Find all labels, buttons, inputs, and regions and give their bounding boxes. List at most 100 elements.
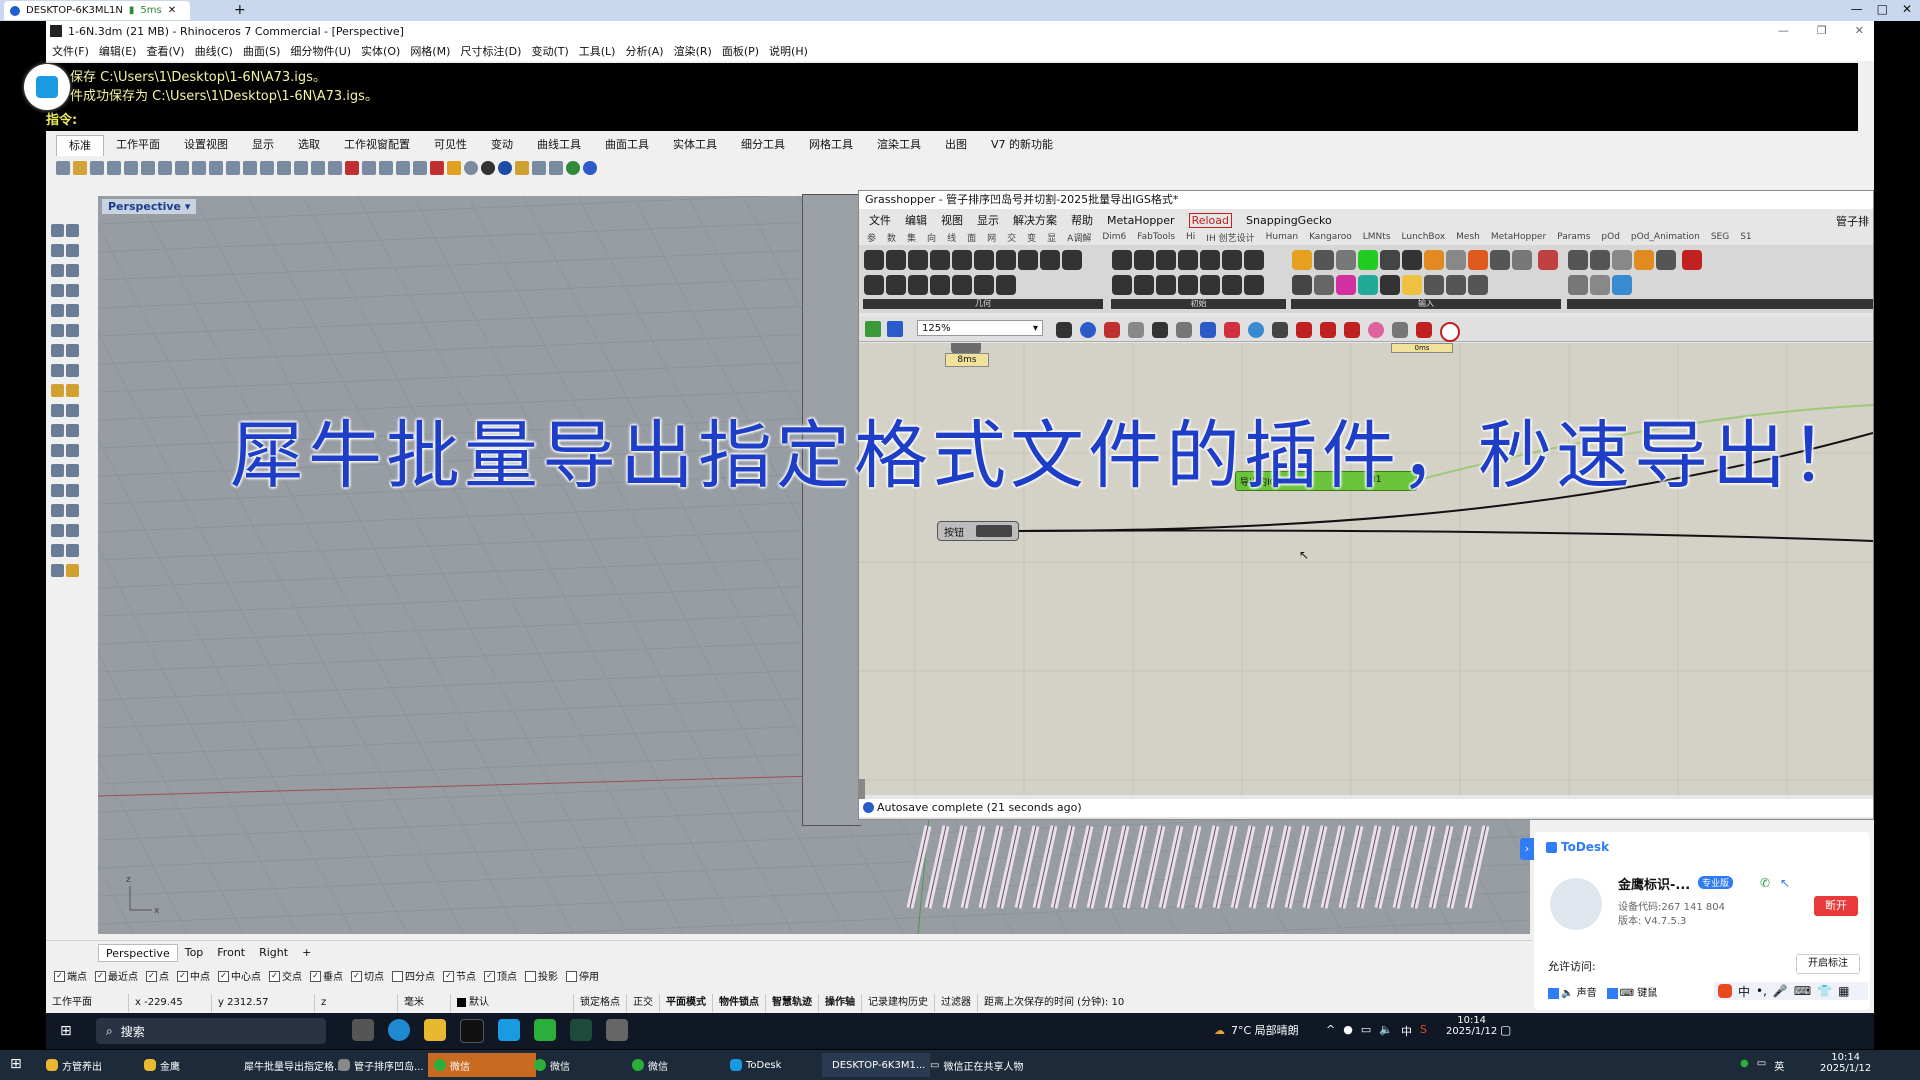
explode-icon[interactable]	[66, 404, 79, 417]
command-prompt[interactable]: 指令:	[46, 109, 1858, 128]
chevron-down-icon[interactable]: ▾	[185, 200, 191, 213]
taskbar-item[interactable]: 微信	[528, 1053, 632, 1077]
layer-tool-icon[interactable]	[66, 524, 79, 537]
rotate-icon[interactable]	[51, 444, 64, 457]
collapse-panel-button[interactable]: ›	[1520, 838, 1534, 860]
shaded-sphere-icon[interactable]	[464, 161, 478, 175]
menu-transform[interactable]: 变动(T)	[531, 43, 568, 59]
ortho-toggle[interactable]: 正交	[627, 994, 660, 1012]
osnap-2[interactable]: ✓ 点	[146, 968, 169, 983]
tab-drafting[interactable]: 出图	[933, 135, 979, 155]
menu-render[interactable]: 渲染(R)	[674, 43, 712, 59]
gh-tab[interactable]: Kangaroo	[1309, 232, 1352, 242]
xyz-icon[interactable]	[1468, 275, 1488, 295]
select-icon[interactable]	[345, 161, 359, 175]
tab-set-view[interactable]: 设置视图	[172, 135, 240, 155]
render-sphere-icon[interactable]	[481, 161, 495, 175]
pan-icon[interactable]	[209, 161, 223, 175]
menu-help[interactable]: 说明(H)	[769, 43, 808, 59]
hide-icon[interactable]	[362, 161, 376, 175]
undo-icon[interactable]	[192, 161, 206, 175]
point-icon[interactable]	[66, 224, 79, 237]
zoom-dropdown[interactable]: 125% ▾	[917, 320, 1043, 336]
smarttrack-toggle[interactable]: 智慧轨迹	[766, 994, 819, 1012]
notification-icon[interactable]: ▢	[1500, 1023, 1511, 1037]
osnap-toggle[interactable]: 物件锁点	[713, 994, 766, 1012]
taskbar-item[interactable]: ToDesk	[724, 1053, 828, 1077]
gh-tab[interactable]: 变	[1027, 231, 1036, 244]
menu-file[interactable]: 文件(F)	[52, 43, 89, 59]
surface-param-icon[interactable]	[908, 275, 928, 295]
gh-tab[interactable]: 线	[947, 231, 956, 244]
text-icon[interactable]	[51, 464, 64, 477]
skin-icon[interactable]: 👕	[1817, 984, 1832, 998]
mesh-param-icon[interactable]	[1018, 250, 1038, 270]
zoom-selected-icon[interactable]	[294, 161, 308, 175]
menu-curve[interactable]: 曲线(C)	[195, 43, 233, 59]
panel-icon[interactable]	[1314, 250, 1334, 270]
twisted-box-icon[interactable]	[974, 275, 994, 295]
close-icon[interactable]: ✕	[1902, 2, 1912, 16]
tab-display[interactable]: 显示	[240, 135, 286, 155]
cross-icon[interactable]	[1272, 322, 1288, 338]
tab-new-in-v7[interactable]: V7 的新功能	[979, 135, 1065, 155]
viewport-layout-icon[interactable]	[328, 161, 342, 175]
polyline-icon[interactable]	[51, 244, 64, 257]
import-3dm-icon[interactable]	[1292, 250, 1312, 270]
select-arrow-icon[interactable]	[51, 224, 64, 237]
undo-view-icon[interactable]	[311, 161, 325, 175]
list-icon[interactable]	[1314, 275, 1334, 295]
ellipse-icon[interactable]	[66, 264, 79, 277]
sogou-icon[interactable]: S	[1420, 1023, 1427, 1039]
gh-tab[interactable]: 集	[907, 231, 916, 244]
mirror-icon[interactable]	[66, 484, 79, 497]
copy-tool-icon[interactable]	[66, 424, 79, 437]
minimize-icon[interactable]: —	[1778, 24, 1789, 37]
gh-tab[interactable]: MetaHopper	[1491, 232, 1546, 242]
render-tool-icon[interactable]	[51, 544, 64, 557]
lock-icon[interactable]	[396, 161, 410, 175]
unit-label[interactable]: 毫米	[398, 994, 451, 1012]
value-list-icon[interactable]	[1490, 250, 1510, 270]
disconnect-button[interactable]: 断开	[1814, 896, 1858, 916]
gh-tab[interactable]: 数	[887, 231, 896, 244]
ime-mode[interactable]: 英	[1774, 1058, 1784, 1073]
integer-param-icon[interactable]	[1134, 250, 1154, 270]
cplane-label[interactable]: 工作平面	[46, 994, 129, 1012]
mic-icon[interactable]: 🎤	[1773, 984, 1788, 998]
gh-tab[interactable]: pOd	[1601, 232, 1620, 242]
punctuation-icon[interactable]: •,	[1756, 984, 1767, 998]
close-icon[interactable]: ✕	[168, 5, 176, 16]
time-param-icon[interactable]	[1200, 275, 1220, 295]
clock[interactable]: 10:14 2025/1/12	[1446, 1015, 1497, 1037]
zoom-extents-icon[interactable]	[277, 161, 291, 175]
clock-icon[interactable]	[1380, 275, 1400, 295]
menu-edit[interactable]: 编辑(E)	[99, 43, 137, 59]
button-icon[interactable]	[1336, 250, 1356, 270]
circle-icon[interactable]	[51, 264, 64, 277]
line-param-icon[interactable]	[930, 250, 950, 270]
taskbar-item[interactable]: 方管养出	[40, 1053, 142, 1077]
tab-surface-tools[interactable]: 曲面工具	[593, 135, 661, 155]
menu-analyze[interactable]: 分析(A)	[625, 43, 663, 59]
tab-transform[interactable]: 变动	[479, 135, 525, 155]
surface-icon[interactable]	[51, 324, 64, 337]
host-clock[interactable]: 10:14 2025/1/12	[1820, 1052, 1871, 1074]
wire-icon[interactable]	[1320, 322, 1336, 338]
boolean-param-icon[interactable]	[1112, 250, 1132, 270]
color-wheel-icon[interactable]	[1336, 275, 1356, 295]
text-param-icon[interactable]	[1134, 275, 1154, 295]
windows-start-icon[interactable]: ⊞	[10, 1056, 22, 1072]
matrix-param-icon[interactable]	[1244, 250, 1264, 270]
gh-tab[interactable]: S1	[1740, 232, 1751, 242]
grasshopper-icon[interactable]	[570, 1019, 592, 1041]
gh-tab[interactable]: 面	[967, 231, 976, 244]
taskbar-item[interactable]: ▭ 微信正在共享人物	[924, 1053, 1046, 1077]
tab-viewport-layout[interactable]: 工作视窗配置	[332, 135, 422, 155]
gh-tab[interactable]: FabTools	[1137, 232, 1175, 242]
taskbar-item[interactable]: 金鹰	[138, 1053, 240, 1077]
bar-chart-icon[interactable]	[1402, 275, 1422, 295]
menu-mesh[interactable]: 网格(M)	[410, 43, 450, 59]
rhino-icon[interactable]	[606, 1019, 628, 1041]
tab-perspective[interactable]: Perspective	[98, 944, 178, 962]
